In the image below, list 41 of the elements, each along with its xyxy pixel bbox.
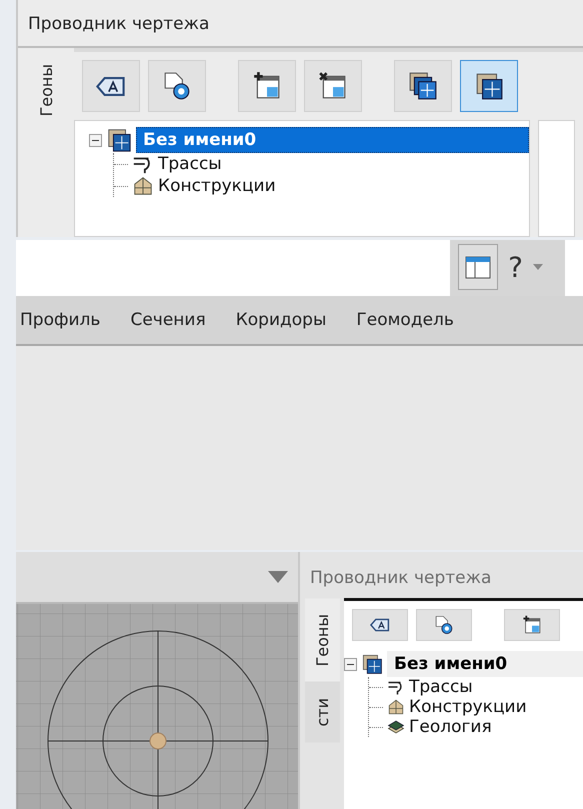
tree-item[interactable]: Геология (409, 717, 492, 737)
add-window-icon (522, 615, 542, 635)
toolbar-button[interactable] (304, 60, 362, 112)
help-button[interactable]: ? (508, 250, 523, 284)
ribbon-tab[interactable]: Профиль (20, 310, 100, 330)
tree-item[interactable]: Без имени0 (387, 651, 583, 677)
building-icon (387, 698, 405, 716)
window-layout-icon (465, 254, 492, 280)
layer-icon (106, 127, 132, 153)
layers-icon (408, 71, 438, 101)
building-icon (132, 175, 154, 197)
tree-item[interactable]: Конструкции (158, 176, 276, 196)
toolbar-button[interactable] (82, 60, 140, 112)
toolbar-button[interactable] (504, 609, 560, 641)
tree-item[interactable]: Трассы (158, 154, 222, 174)
toolbar-button[interactable] (148, 60, 206, 112)
layout-button[interactable] (458, 244, 498, 290)
stacked-layers-icon (387, 718, 405, 736)
add-window-icon (252, 71, 282, 101)
remove-window-icon (318, 71, 348, 101)
layer-icon (361, 653, 383, 675)
panel-title: Проводник чертежа (27, 13, 210, 36)
collapse-icon[interactable] (89, 134, 102, 146)
ribbon-tab[interactable]: Коридоры (236, 310, 326, 330)
panel-title: Проводник чертежа (309, 567, 492, 590)
ribbon-tab[interactable]: Сечения (130, 310, 206, 330)
tree-item[interactable]: Без имени0 (136, 127, 529, 153)
side-tab[interactable]: сти (304, 682, 340, 743)
tag-icon (96, 76, 126, 96)
tree-item[interactable]: Конструкции (409, 697, 527, 717)
ribbon-tab[interactable]: Геомодель (356, 310, 454, 330)
toolbar-button[interactable] (352, 609, 408, 641)
side-tab[interactable]: Геоны (304, 598, 340, 682)
layer-icon (474, 71, 504, 101)
collapse-icon[interactable] (344, 658, 357, 670)
toolbar-button[interactable] (394, 60, 452, 112)
tag-icon (370, 618, 390, 632)
dropdown-caret-icon[interactable] (268, 571, 288, 583)
toolbar-button[interactable] (460, 60, 518, 112)
toolbar-button[interactable] (238, 60, 296, 112)
tree-item[interactable]: Трассы (409, 677, 473, 697)
